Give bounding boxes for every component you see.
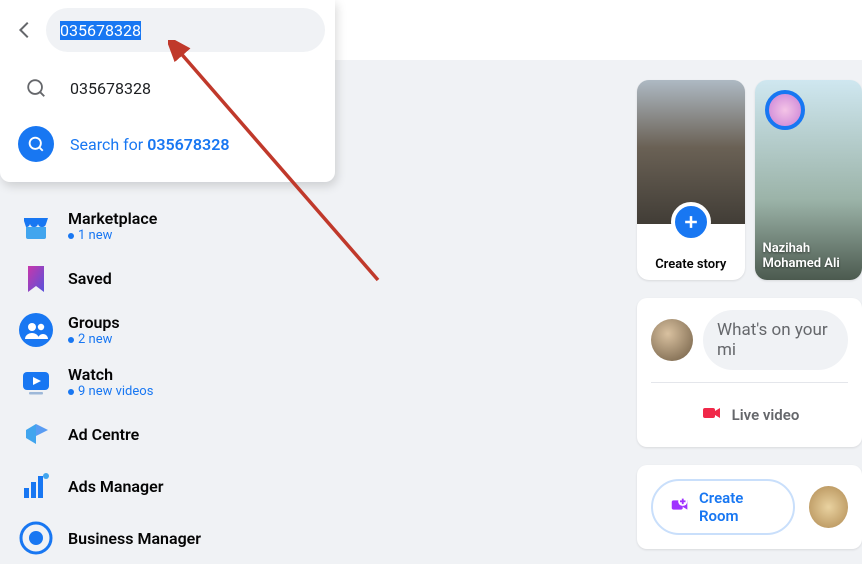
sidebar-item-label: Ad Centre bbox=[68, 425, 139, 444]
search-for-row[interactable]: Search for 035678328 bbox=[0, 116, 335, 172]
marketplace-icon bbox=[18, 208, 54, 244]
sidebar-item-label: Ads Manager bbox=[68, 477, 163, 496]
search-input-wrap[interactable]: 035678328 bbox=[46, 8, 325, 52]
search-suggestion-text: 035678328 bbox=[70, 79, 151, 98]
sidebar-item-business-manager[interactable]: Business Manager bbox=[8, 512, 332, 564]
live-video-button[interactable]: Live video bbox=[686, 395, 814, 435]
rooms-card: Create Room bbox=[637, 465, 862, 549]
stories-row: Create story Nazihah Mohamed Ali bbox=[637, 80, 862, 280]
back-icon[interactable] bbox=[14, 19, 36, 41]
post-composer: What's on your mi Live video bbox=[637, 298, 862, 447]
room-contact-avatar[interactable] bbox=[809, 486, 848, 528]
story-friend-name: Nazihah Mohamed Ali bbox=[763, 241, 859, 272]
plus-icon bbox=[671, 202, 711, 242]
video-camera-icon bbox=[700, 401, 724, 429]
story-avatar bbox=[765, 90, 805, 130]
clock-or-search-icon bbox=[18, 70, 54, 106]
sidebar-item-ads-manager[interactable]: Ads Manager bbox=[8, 460, 332, 512]
sidebar-item-sub: 9 new videos bbox=[68, 384, 153, 399]
sidebar-item-label: Marketplace bbox=[68, 209, 157, 228]
sidebar-item-marketplace[interactable]: Marketplace 1 new bbox=[8, 200, 332, 252]
sidebar-item-saved[interactable]: Saved bbox=[8, 252, 332, 304]
saved-icon bbox=[18, 260, 54, 296]
ads-manager-icon bbox=[18, 468, 54, 504]
live-video-label: Live video bbox=[732, 406, 800, 424]
groups-icon bbox=[18, 312, 54, 348]
sidebar-item-ad-centre[interactable]: Ad Centre bbox=[8, 408, 332, 460]
create-room-label: Create Room bbox=[699, 489, 777, 525]
search-input[interactable]: 035678328 bbox=[60, 21, 141, 40]
sidebar-item-watch[interactable]: Watch 9 new videos bbox=[8, 356, 332, 408]
composer-input[interactable]: What's on your mi bbox=[703, 310, 848, 370]
search-for-text: Search for 035678328 bbox=[70, 135, 229, 154]
search-for-term: 035678328 bbox=[147, 135, 229, 154]
create-room-button[interactable]: Create Room bbox=[651, 479, 795, 535]
sidebar-item-label: Business Manager bbox=[68, 529, 201, 548]
main-feed: Create story Nazihah Mohamed Ali What's … bbox=[637, 80, 862, 549]
sidebar-item-groups[interactable]: Groups 2 new bbox=[8, 304, 332, 356]
room-camera-icon bbox=[669, 494, 691, 520]
search-icon bbox=[18, 126, 54, 162]
sidebar-item-label: Saved bbox=[68, 269, 112, 288]
sidebar-item-sub: 2 new bbox=[68, 332, 120, 347]
sidebar-item-label: Groups bbox=[68, 313, 120, 332]
search-top-row: 035678328 bbox=[0, 0, 335, 60]
create-story-card[interactable]: Create story bbox=[637, 80, 745, 280]
friend-story-card[interactable]: Nazihah Mohamed Ali bbox=[755, 80, 862, 280]
business-manager-icon bbox=[18, 520, 54, 556]
search-suggestion-row[interactable]: 035678328 bbox=[0, 60, 335, 116]
divider bbox=[651, 382, 848, 383]
ad-centre-icon bbox=[18, 416, 54, 452]
user-avatar[interactable] bbox=[651, 319, 693, 361]
search-for-prefix: Search for bbox=[70, 135, 147, 154]
search-dropdown: 035678328 035678328 Search for 035678328 bbox=[0, 0, 335, 182]
sidebar-item-sub: 1 new bbox=[68, 228, 157, 243]
create-story-label: Create story bbox=[655, 257, 726, 272]
sidebar-item-label: Watch bbox=[68, 365, 153, 384]
watch-icon bbox=[18, 364, 54, 400]
